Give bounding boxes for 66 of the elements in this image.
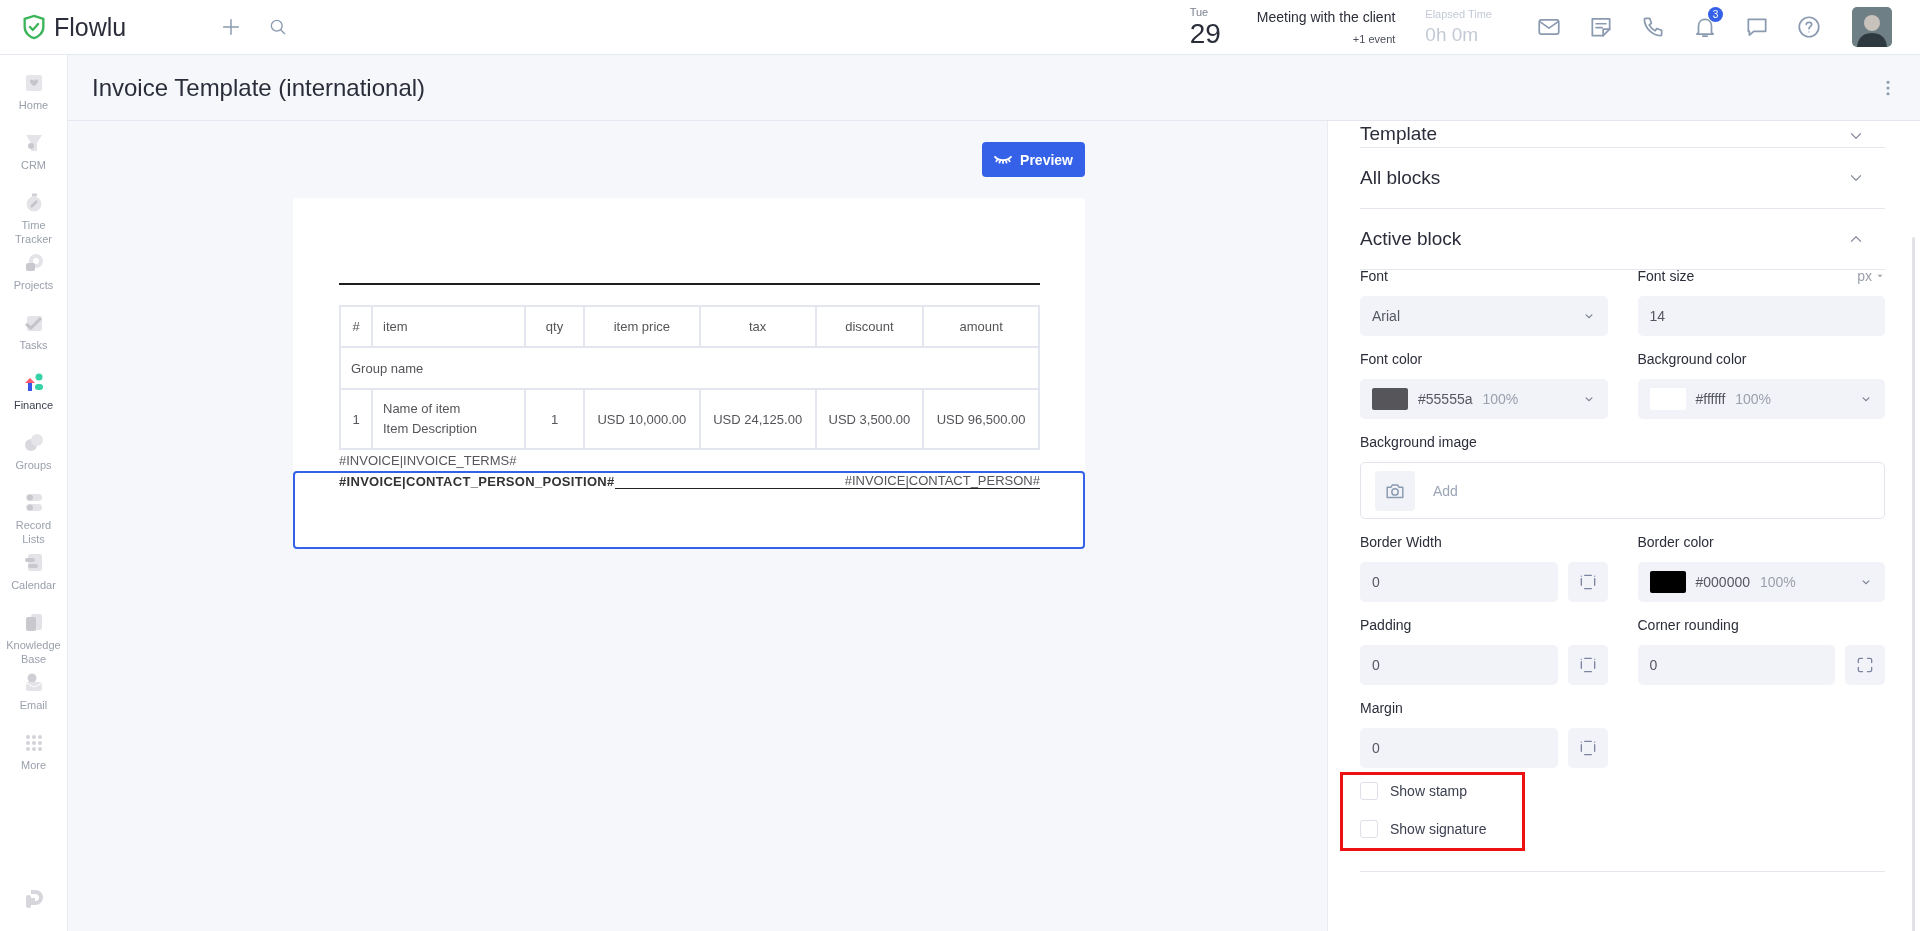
column-header: item <box>372 306 525 347</box>
section-header[interactable]: All blocks <box>1360 148 1885 209</box>
input-field[interactable]: 0 <box>1360 645 1558 685</box>
input-field[interactable]: 0 <box>1637 645 1835 685</box>
person-placeholder: #INVOICE|CONTACT_PERSON# <box>844 473 1040 488</box>
table-cell: USD 24,125.00 <box>699 389 816 449</box>
input-field[interactable]: 0 <box>1360 728 1558 768</box>
select-field[interactable]: Arial <box>1360 296 1608 336</box>
input-field[interactable]: 0 <box>1360 562 1558 602</box>
more-events-link[interactable]: +1 event <box>1352 33 1396 45</box>
column-header: qty <box>525 306 584 347</box>
field-label: Border color <box>1637 534 1715 550</box>
field-label: Font size <box>1637 268 1696 284</box>
day-number: 29 <box>1189 19 1221 48</box>
checkbox[interactable] <box>1360 782 1378 800</box>
field-label: Padding <box>1360 617 1413 633</box>
timer-label: Elapsed Time <box>1425 8 1492 20</box>
notification-badge: 3 <box>1708 7 1723 22</box>
closed-eye-icon <box>994 155 1013 164</box>
color-field[interactable]: #ffffff 100% <box>1637 379 1885 419</box>
weekday-label: Tue <box>1189 6 1210 18</box>
plus-icon <box>220 16 242 38</box>
input-field[interactable]: 14 <box>1637 296 1885 336</box>
column-header: discount <box>815 306 924 347</box>
column-header: tax <box>699 306 816 347</box>
table-cell: USD 3,500.00 <box>815 389 924 449</box>
table-cell: 1 <box>525 389 584 449</box>
phone-icon[interactable] <box>1640 14 1666 40</box>
color-field[interactable]: #55555a 100% <box>1360 379 1608 419</box>
section-header[interactable]: Template <box>1360 121 1885 148</box>
section-header[interactable]: Active block <box>1360 209 1885 270</box>
corners-icon[interactable] <box>1855 655 1875 675</box>
signature-block[interactable]: #INVOICE|CONTACT_PERSON_POSITION# #INVOICE|CONTACT_PERSON# <box>293 471 1085 549</box>
preview-button[interactable]: Preview <box>982 142 1085 177</box>
position-placeholder: #INVOICE|CONTACT_PERSON_POSITION# <box>339 474 615 489</box>
page-title: Invoice Template (international) <box>92 73 427 102</box>
table-cell: Group name <box>340 347 1039 389</box>
column-header: amount <box>923 306 1039 347</box>
table-cell: USD 10,000.00 <box>584 389 700 449</box>
app-name: Flowlu <box>54 12 127 42</box>
add-button[interactable] <box>220 16 242 38</box>
field-label: Background image <box>1360 434 1478 450</box>
table-cell-text: Name of item <box>383 400 462 418</box>
checkbox-label: Show signature <box>1390 821 1487 837</box>
terms-block[interactable]: #INVOICE|INVOICE_TERMS# <box>339 453 519 468</box>
column-header: # <box>340 306 372 347</box>
color-field[interactable]: #000000 100% <box>1637 562 1885 602</box>
field-label: Margin <box>1360 700 1404 716</box>
column-header: item price <box>584 306 700 347</box>
event-title[interactable]: Meeting with the client <box>1256 9 1396 25</box>
field-label: Font <box>1360 268 1389 284</box>
table-cell-text: Item Description <box>383 420 478 438</box>
search-icon <box>268 17 288 37</box>
search-button[interactable] <box>268 17 288 37</box>
table-cell: USD 96,500.00 <box>923 389 1039 449</box>
avatar[interactable] <box>1852 7 1892 47</box>
checkbox[interactable] <box>1360 820 1378 838</box>
field-label: Font color <box>1360 351 1424 367</box>
table-cell: 1 <box>340 389 372 449</box>
field-label: Corner rounding <box>1637 617 1740 633</box>
timer-value: 0h 0m <box>1425 24 1480 46</box>
help-icon[interactable] <box>1796 14 1822 40</box>
checkbox-label: Show stamp <box>1390 783 1468 799</box>
field-label: Background color <box>1637 351 1748 367</box>
sidebar-item[interactable]: Finance <box>0 371 68 431</box>
field-label: Border Width <box>1360 534 1443 550</box>
